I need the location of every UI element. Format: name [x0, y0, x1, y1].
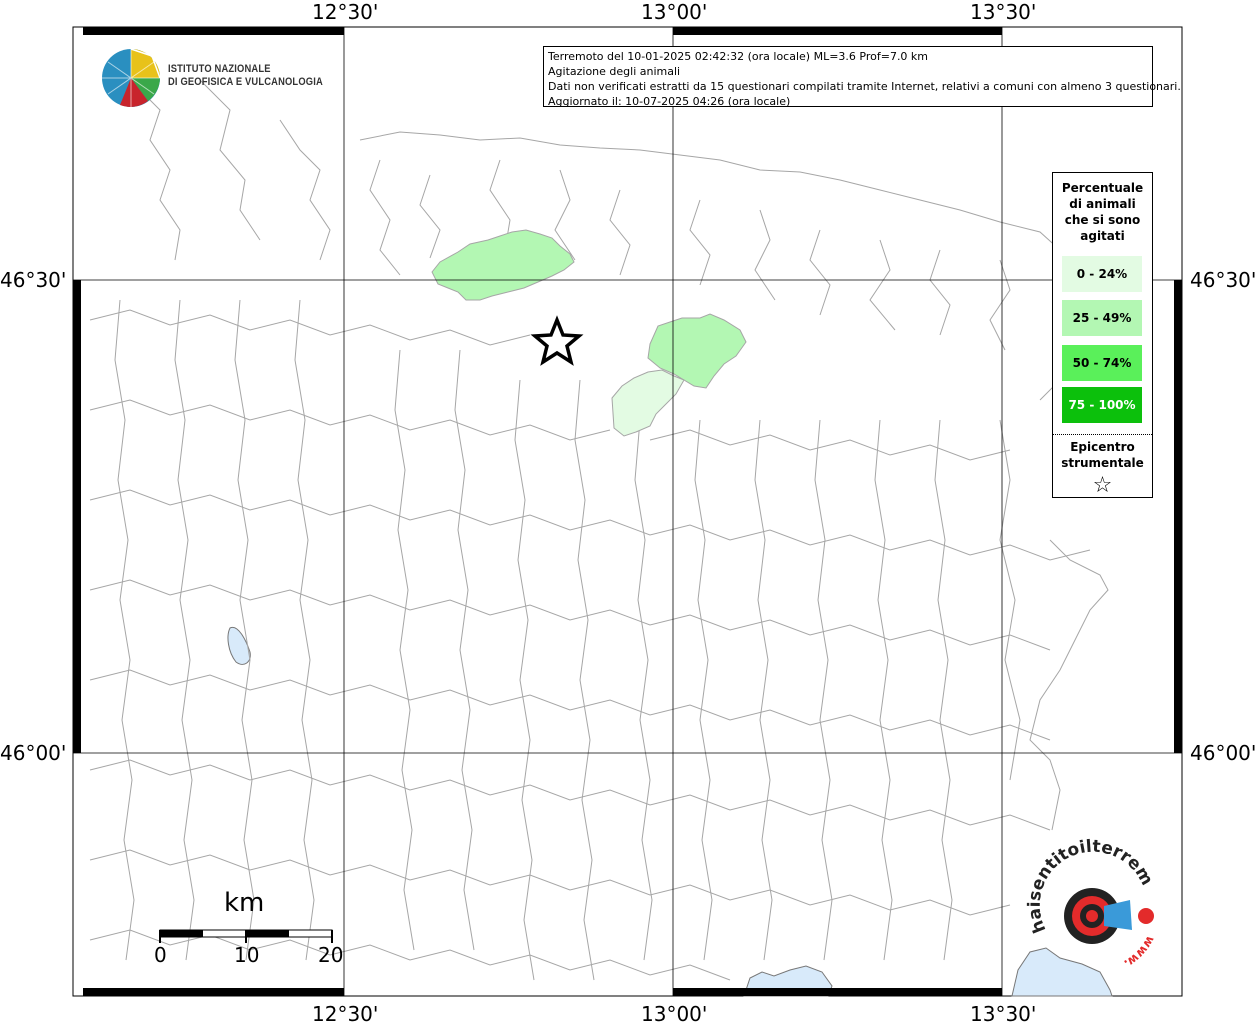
legend-class-50-74: 50 - 74% [1062, 345, 1142, 381]
legend-class-0-24: 0 - 24% [1062, 256, 1142, 292]
lon-tick-top-3: 13°30' [970, 0, 1037, 24]
legend-title-line3: che si sono [1064, 213, 1141, 227]
lat-tick-left-2: 46°00' [0, 741, 67, 765]
ingv-logo-line1: ISTITUTO NAZIONALE [168, 63, 271, 75]
legend-epicenter-label: Epicentro strumentale [1053, 439, 1152, 471]
scale-label-0: 0 [154, 943, 167, 967]
lon-tick-top-2: 13°00' [641, 0, 708, 24]
ingv-logo-text: ISTITUTO NAZIONALE DI GEOFISICA E VULCAN… [168, 63, 323, 89]
legend-title-line4: agitati [1080, 229, 1125, 243]
legend-separator [1053, 434, 1152, 435]
ingv-globe-icon [102, 48, 161, 107]
legend-class-75-100: 75 - 100% [1062, 387, 1142, 423]
legend-star-icon: ☆ [1092, 473, 1113, 498]
lat-tick-right-2: 46°00' [1190, 741, 1255, 765]
scale-label-20: 20 [318, 943, 344, 967]
legend-title-line1: Percentuale [1061, 181, 1144, 195]
lon-tick-bottom-1: 12°30' [312, 1002, 379, 1026]
event-info-box: Terremoto del 10-01-2025 02:42:32 (ora l… [543, 46, 1181, 108]
scale-unit: km [224, 888, 265, 918]
lon-tick-bottom-3: 13°30' [970, 1002, 1037, 1026]
map [72, 26, 1183, 997]
legend-class-25-49: 25 - 49% [1062, 300, 1142, 336]
map-background [72, 26, 1183, 997]
event-info-line3: Dati non verificati estratti da 15 quest… [548, 80, 1181, 93]
legend-title: Percentuale di animali che si sono agita… [1053, 180, 1152, 244]
scale-label-10: 10 [234, 943, 260, 967]
legend: Percentuale di animali che si sono agita… [1052, 172, 1153, 498]
event-info-line2: Agitazione degli animali [548, 65, 681, 78]
lat-tick-right-1: 46°30' [1190, 268, 1255, 292]
event-info-line4: Aggiornato il: 10-07-2025 04:26 (ora loc… [548, 95, 791, 108]
lon-tick-top-1: 12°30' [312, 0, 379, 24]
lat-tick-left-1: 46°30' [0, 268, 67, 292]
lon-tick-bottom-2: 13°00' [641, 1002, 708, 1026]
event-info-line1: Terremoto del 10-01-2025 02:42:32 (ora l… [548, 50, 929, 63]
legend-epicenter-line2: strumentale [1061, 456, 1144, 470]
legend-epicenter-line1: Epicentro [1070, 440, 1135, 454]
ingv-logo-line2: DI GEOFISICA E VULCANOLOGIA [168, 76, 323, 88]
legend-title-line2: di animali [1069, 197, 1136, 211]
